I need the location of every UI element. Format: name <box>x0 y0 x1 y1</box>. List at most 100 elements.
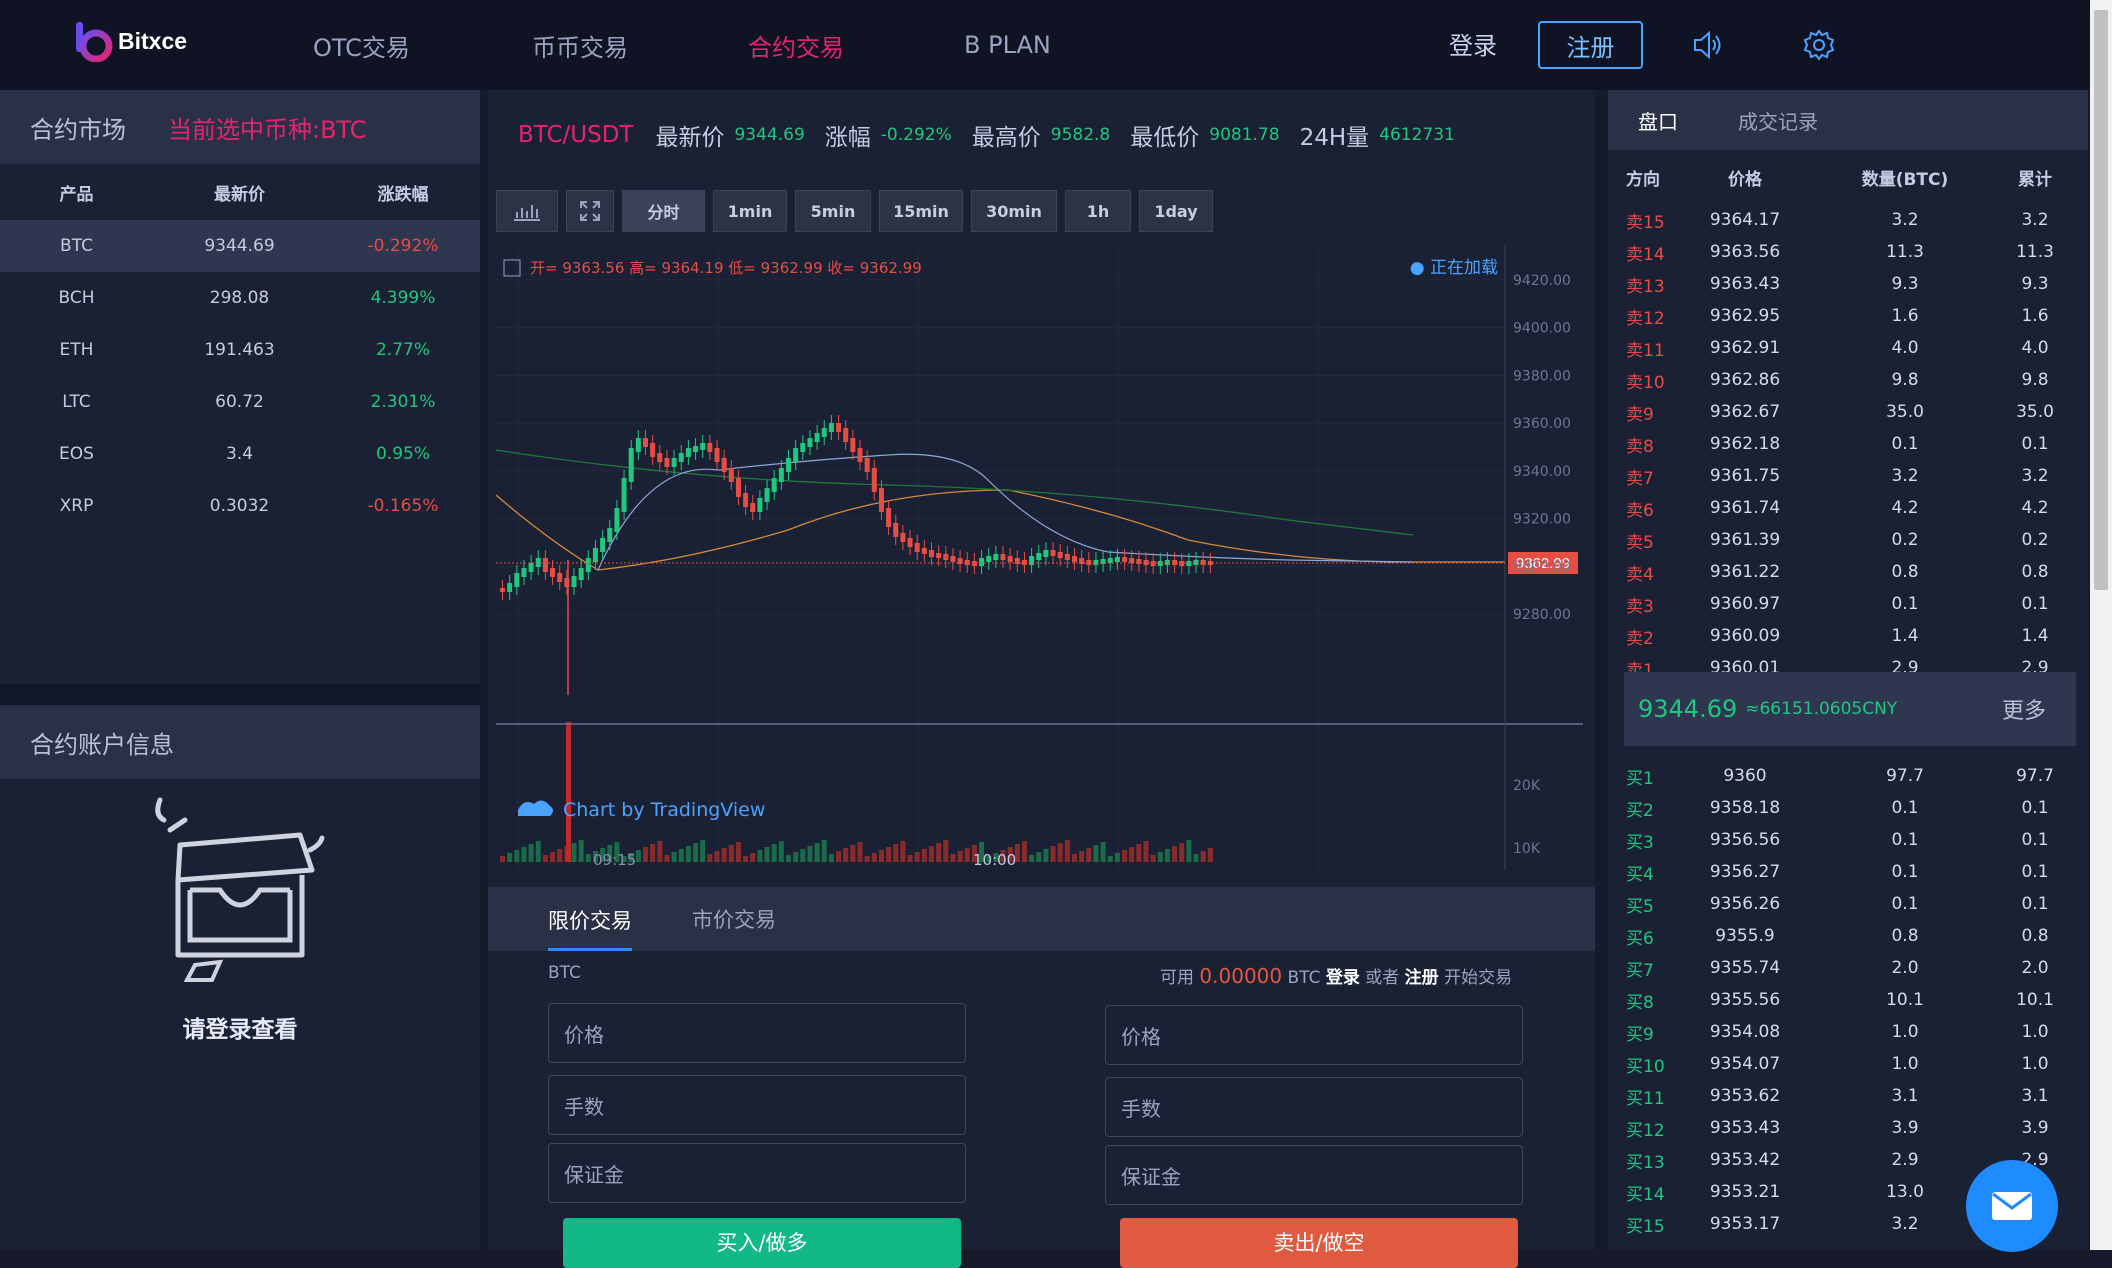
fullscreen-button[interactable] <box>566 190 614 232</box>
order-price: 9362.67 <box>1709 402 1781 422</box>
more-link[interactable]: 更多 <box>2002 693 2046 725</box>
scrollbar-thumb[interactable] <box>2094 10 2108 590</box>
inline-login-link[interactable]: 登录 <box>1326 968 1360 988</box>
buy-order-row[interactable]: 买4 9356.27 0.1 0.1 <box>1608 856 2088 888</box>
interval-button[interactable]: 5min <box>795 190 871 232</box>
register-button[interactable]: 注册 <box>1538 21 1643 69</box>
buy-long-button[interactable]: 买入/做多 <box>563 1218 961 1268</box>
order-amount: 2.9 <box>1891 658 1919 672</box>
market-row[interactable]: LTC 60.72 2.301% <box>0 376 480 428</box>
price-tick-label: 9320.00 <box>1513 512 1571 528</box>
tradingview-watermark[interactable]: Chart by TradingView <box>518 799 765 821</box>
sell-order-row[interactable]: 卖4 9361.22 0.8 0.8 <box>1608 556 2088 588</box>
order-amount: 97.7 <box>1886 766 1924 786</box>
order-price: 9353.17 <box>1709 1214 1781 1234</box>
order-direction: 卖4 <box>1626 564 1654 585</box>
buy-lots-input[interactable]: 手数 <box>548 1075 966 1135</box>
sell-order-row[interactable]: 卖5 9361.39 0.2 0.2 <box>1608 524 2088 556</box>
buy-order-row[interactable]: 买8 9355.56 10.1 10.1 <box>1608 984 2088 1016</box>
tab-orderbook[interactable]: 盘口 <box>1638 106 1678 135</box>
buy-order-row[interactable]: 买2 9358.18 0.1 0.1 <box>1608 792 2088 824</box>
nav-contract[interactable]: 合约交易 <box>748 0 844 90</box>
buy-order-row[interactable]: 买6 9355.9 0.8 0.8 <box>1608 920 2088 952</box>
interval-button[interactable]: 1min <box>713 190 787 232</box>
sell-order-row[interactable]: 卖13 9363.43 9.3 9.3 <box>1608 268 2088 300</box>
buy-order-row[interactable]: 买9 9354.08 1.0 1.0 <box>1608 1016 2088 1048</box>
interval-button[interactable]: 1day <box>1139 190 1213 232</box>
buy-price-input[interactable]: 价格 <box>548 1003 966 1063</box>
volume-bar <box>1114 853 1120 862</box>
order-direction: 买6 <box>1626 928 1654 949</box>
sell-short-button[interactable]: 卖出/做空 <box>1120 1218 1518 1268</box>
candle-body <box>936 553 942 558</box>
page-scrollbar[interactable] <box>2090 0 2112 1250</box>
nav-bplan[interactable]: B PLAN <box>964 0 1051 90</box>
sell-price-input[interactable]: 价格 <box>1105 1005 1523 1065</box>
change-label: 涨幅 <box>824 125 871 151</box>
buy-order-row[interactable]: 买1 9360 97.7 97.7 <box>1608 760 2088 792</box>
indicator-button[interactable] <box>496 190 558 232</box>
order-total: 2.0 <box>2021 958 2049 978</box>
sell-order-row[interactable]: 卖10 9362.86 9.8 9.8 <box>1608 364 2088 396</box>
candle-body <box>643 438 648 447</box>
interval-button[interactable]: 1h <box>1065 190 1131 232</box>
available-info: 可用 0.00000 BTC 登录 或者 注册 开始交易 <box>1160 963 1512 988</box>
market-symbol: ETH <box>59 340 94 360</box>
volume-bar <box>1029 855 1035 862</box>
buy-order-row[interactable]: 买3 9356.56 0.1 0.1 <box>1608 824 2088 856</box>
sell-margin-input[interactable]: 保证金 <box>1105 1145 1523 1205</box>
buy-order-row[interactable]: 买11 9353.62 3.1 3.1 <box>1608 1080 2088 1112</box>
trade-tabs: 限价交易 市价交易 <box>488 887 1595 951</box>
interval-button[interactable]: 30min <box>971 190 1057 232</box>
buy-order-row[interactable]: 买5 9356.26 0.1 0.1 <box>1608 888 2088 920</box>
buy-margin-input[interactable]: 保证金 <box>548 1143 966 1203</box>
sell-order-row[interactable]: 卖6 9361.74 4.2 4.2 <box>1608 492 2088 524</box>
inline-register-link[interactable]: 注册 <box>1405 968 1439 988</box>
interval-button[interactable]: 15min <box>879 190 963 232</box>
speaker-icon[interactable] <box>1690 28 1724 62</box>
sell-lots-input[interactable]: 手数 <box>1105 1077 1523 1137</box>
sell-order-row[interactable]: 卖9 9362.67 35.0 35.0 <box>1608 396 2088 428</box>
brand-logo[interactable]: Bitxce <box>72 20 187 62</box>
sell-order-row[interactable]: 卖1 9360.01 2.9 2.9 <box>1608 652 2088 672</box>
market-change: 0.95% <box>375 444 430 464</box>
sell-order-row[interactable]: 卖8 9362.18 0.1 0.1 <box>1608 428 2088 460</box>
tab-trades[interactable]: 成交记录 <box>1738 106 1818 135</box>
tab-limit[interactable]: 限价交易 <box>548 891 632 951</box>
login-tip[interactable]: 请登录查看 <box>0 1010 480 1044</box>
col-direction: 方向 <box>1626 169 1660 190</box>
vol-label: 24H量 <box>1299 125 1370 151</box>
volume-bar <box>550 852 556 862</box>
sell-order-row[interactable]: 卖7 9361.75 3.2 3.2 <box>1608 460 2088 492</box>
buy-order-row[interactable]: 买10 9354.07 1.0 1.0 <box>1608 1048 2088 1080</box>
market-row[interactable]: BTC 9344.69 -0.292% <box>0 220 480 272</box>
buy-order-row[interactable]: 买7 9355.74 2.0 2.0 <box>1608 952 2088 984</box>
market-row[interactable]: ETH 191.463 2.77% <box>0 324 480 376</box>
or-text: 或者 <box>1365 968 1400 988</box>
sell-order-row[interactable]: 卖3 9360.97 0.1 0.1 <box>1608 588 2088 620</box>
interval-button[interactable]: 分时 <box>622 190 705 232</box>
nav-spot[interactable]: 币币交易 <box>532 0 628 90</box>
sell-order-row[interactable]: 卖2 9360.09 1.4 1.4 <box>1608 620 2088 652</box>
tab-market[interactable]: 市价交易 <box>692 887 776 951</box>
price-chart[interactable]: 9362.99 9420.00 9400.00 9380.00 9360.00 9340… <box>488 240 1595 920</box>
market-row[interactable]: BCH 298.08 4.399% <box>0 272 480 324</box>
candlestick-chart[interactable]: 9362.99 9420.009400.009380.009360.009340… <box>488 240 1595 920</box>
market-row[interactable]: XRP 0.3032 -0.165% <box>0 480 480 532</box>
sell-order-row[interactable]: 卖15 9364.17 3.2 3.2 <box>1608 204 2088 236</box>
mail-button[interactable] <box>1966 1160 2058 1252</box>
sell-order-row[interactable]: 卖11 9362.91 4.0 4.0 <box>1608 332 2088 364</box>
market-change: -0.165% <box>367 496 439 516</box>
candle-body <box>864 458 870 472</box>
nav-otc[interactable]: OTC交易 <box>313 0 410 90</box>
sell-order-row[interactable]: 卖12 9362.95 1.6 1.6 <box>1608 300 2088 332</box>
buy-order-row[interactable]: 买12 9353.43 3.9 3.9 <box>1608 1112 2088 1144</box>
sell-order-row[interactable]: 卖14 9363.56 11.3 11.3 <box>1608 236 2088 268</box>
order-direction: 卖9 <box>1626 404 1654 425</box>
order-total: 0.1 <box>2021 798 2049 818</box>
market-row[interactable]: EOS 3.4 0.95% <box>0 428 480 480</box>
order-total: 9.3 <box>2021 274 2049 294</box>
order-total: 4.0 <box>2021 338 2049 358</box>
gear-icon[interactable] <box>1802 28 1836 62</box>
login-link[interactable]: 登录 <box>1449 26 1497 61</box>
